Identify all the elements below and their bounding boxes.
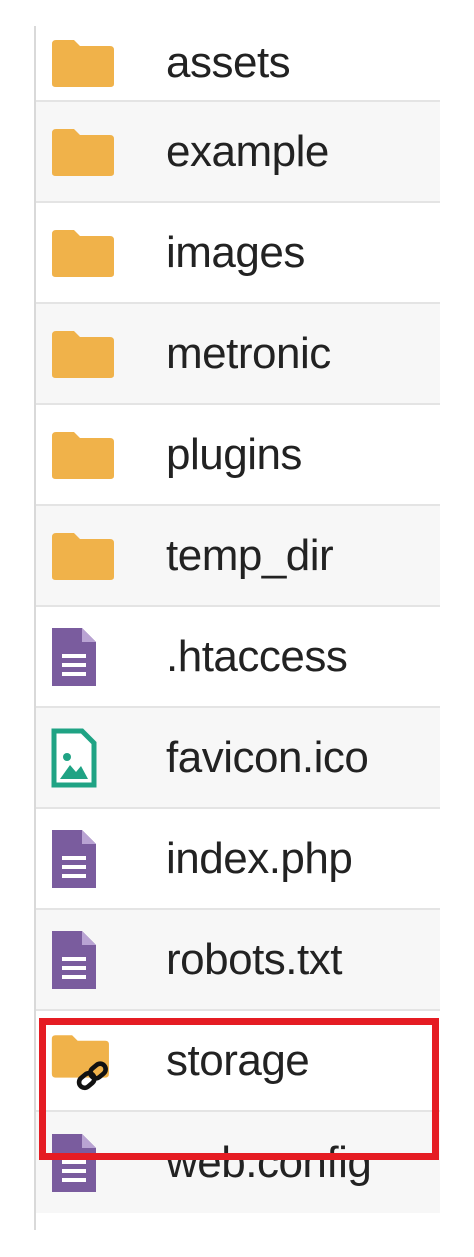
list-item-index-php[interactable]: index.php: [36, 809, 440, 910]
folder-icon: [50, 121, 120, 183]
item-name: index.php: [166, 833, 353, 883]
item-name: temp_dir: [166, 530, 334, 580]
item-name: assets: [166, 38, 291, 87]
list-item-web-config[interactable]: web.config: [36, 1112, 440, 1213]
list-item-example[interactable]: example: [36, 102, 440, 203]
item-name: storage: [166, 1035, 310, 1085]
list-item-plugins[interactable]: plugins: [36, 405, 440, 506]
image-file-icon: [50, 727, 120, 789]
item-name: .htaccess: [166, 631, 348, 681]
list-item-temp-dir[interactable]: temp_dir: [36, 506, 440, 607]
list-item-images[interactable]: images: [36, 203, 440, 304]
text-file-icon: [50, 1132, 120, 1194]
text-file-icon: [50, 828, 120, 890]
file-list: assets example images metronic plugins t…: [34, 26, 440, 1230]
folder-icon: [50, 32, 120, 94]
linked-folder-icon: [50, 1030, 120, 1092]
folder-icon: [50, 525, 120, 587]
item-name: web.config: [166, 1137, 372, 1187]
list-item-storage[interactable]: storage: [36, 1011, 440, 1112]
item-name: images: [166, 227, 305, 277]
item-name: robots.txt: [166, 934, 342, 984]
item-name: metronic: [166, 328, 331, 378]
list-item-metronic[interactable]: metronic: [36, 304, 440, 405]
folder-icon: [50, 222, 120, 284]
list-item-robots-txt[interactable]: robots.txt: [36, 910, 440, 1011]
item-name: plugins: [166, 429, 302, 479]
text-file-icon: [50, 626, 120, 688]
folder-icon: [50, 424, 120, 486]
list-item-favicon[interactable]: favicon.ico: [36, 708, 440, 809]
list-item-assets[interactable]: assets: [36, 26, 440, 102]
item-name: example: [166, 126, 329, 176]
text-file-icon: [50, 929, 120, 991]
folder-icon: [50, 323, 120, 385]
list-item-htaccess[interactable]: .htaccess: [36, 607, 440, 708]
item-name: favicon.ico: [166, 732, 369, 782]
